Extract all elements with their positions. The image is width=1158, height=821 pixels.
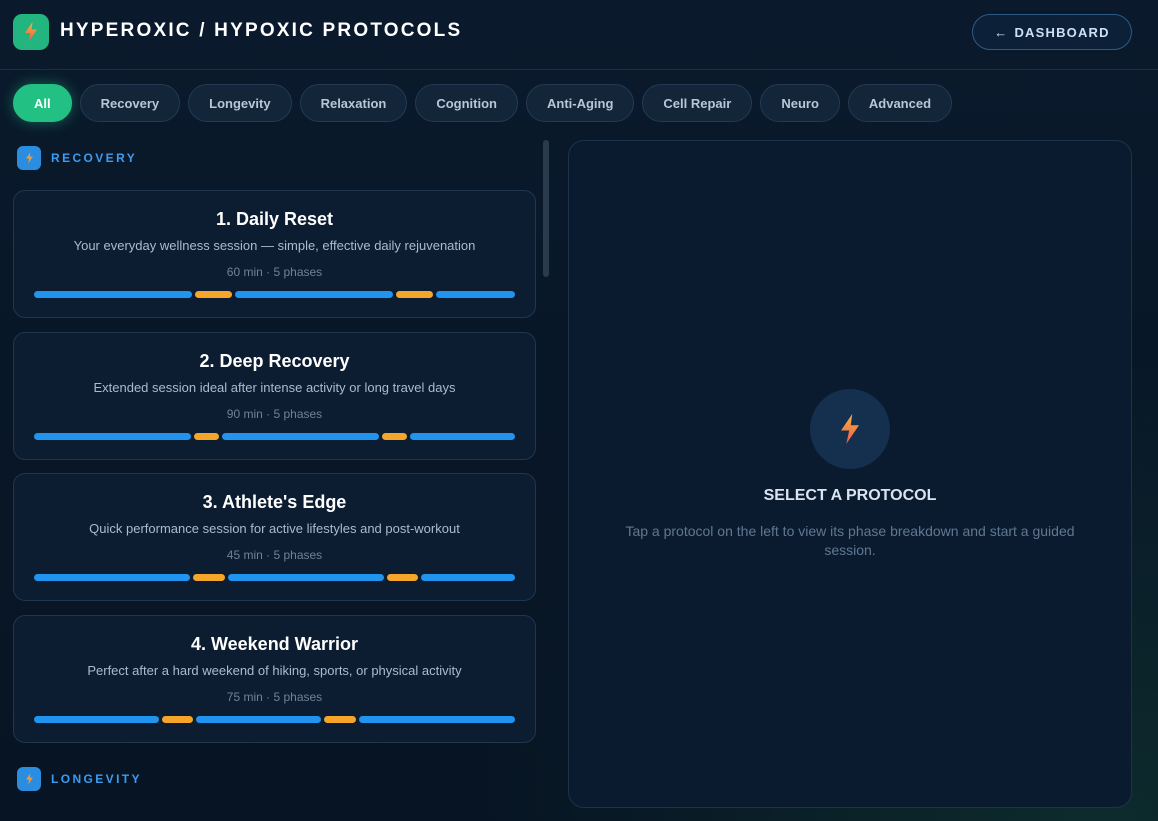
phase-segment-blue [34,716,160,723]
section-header-recovery: RECOVERY [17,146,137,170]
phase-segment-orange [324,716,356,723]
protocol-title: 2. Deep Recovery [199,351,350,371]
phase-bar [34,574,515,581]
filter-chip-relaxation[interactable]: Relaxation [299,84,408,122]
phase-segment-blue [435,291,515,298]
protocol-meta: 90 min · 5 phases [226,407,323,421]
category-filters: All Recovery Longevity Relaxation Cognit… [13,84,953,122]
protocol-list[interactable]: RECOVERY 1. Daily Reset Your everyday we… [13,140,536,821]
protocol-card[interactable]: 3. Athlete's Edge Quick performance sess… [13,473,536,601]
filter-chip-cognition[interactable]: Cognition [415,84,518,122]
phase-segment-orange [162,716,194,723]
phase-bar [34,291,515,298]
section-label: RECOVERY [51,151,138,165]
protocol-title: 3. Athlete's Edge [202,492,347,512]
protocol-meta: 75 min · 5 phases [226,690,323,704]
phase-segment-blue [196,716,322,723]
filter-chip-anti-aging[interactable]: Anti-Aging [525,84,635,122]
section-header-longevity: LONGEVITY [17,767,142,791]
protocol-description: Your everyday wellness session — simple,… [73,238,476,253]
filter-chip-all[interactable]: All [13,84,72,122]
filter-chip-cell-repair[interactable]: Cell Repair [642,84,753,122]
lightning-icon [17,767,41,791]
phase-segment-blue [410,433,515,440]
protocol-description: Quick performance session for active lif… [89,521,460,536]
protocol-description: Perfect after a hard weekend of hiking, … [87,663,462,678]
phase-segment-blue [358,716,515,723]
phase-segment-blue [234,291,394,298]
phase-segment-blue [34,291,193,298]
lightning-icon [25,22,37,42]
protocol-card[interactable]: 2. Deep Recovery Extended session ideal … [13,332,536,460]
section-label: LONGEVITY [51,772,142,786]
empty-state-title: SELECT A PROTOCOL [763,487,937,504]
dashboard-button-label: DASHBOARD [1014,24,1110,40]
protocol-description: Extended session ideal after intense act… [93,380,456,395]
phase-segment-blue [34,433,192,440]
phase-segment-blue [34,574,191,581]
app-header: HYPEROXIC / HYPOXIC PROTOCOLS ← DASHBOAR… [0,0,1158,70]
phase-segment-orange [195,291,232,298]
protocol-detail-panel: SELECT A PROTOCOL Tap a protocol on the … [568,140,1132,808]
phase-bar [34,433,515,440]
phase-segment-blue [421,574,515,581]
phase-segment-orange [382,433,408,440]
phase-bar [34,716,515,723]
list-scrollbar[interactable] [543,140,549,277]
arrow-left-icon: ← [994,24,1009,40]
protocol-meta: 45 min · 5 phases [226,548,323,562]
phase-segment-orange [386,574,419,581]
phase-segment-orange [194,433,220,440]
protocol-card[interactable]: 4. Weekend Warrior Perfect after a hard … [13,615,536,743]
phase-segment-blue [227,574,384,581]
filter-chip-recovery[interactable]: Recovery [79,84,181,122]
empty-state-text: Tap a protocol on the left to view its p… [625,523,1075,558]
protocol-title: 4. Weekend Warrior [190,634,359,654]
filter-chip-neuro[interactable]: Neuro [760,84,840,122]
protocol-card[interactable]: 1. Daily Reset Your everyday wellness se… [13,190,536,318]
protocol-meta: 60 min · 5 phases [226,265,323,279]
page-title: HYPEROXIC / HYPOXIC PROTOCOLS [60,20,463,41]
dashboard-button[interactable]: ← DASHBOARD [972,14,1132,50]
filter-chip-longevity[interactable]: Longevity [188,84,292,122]
phase-segment-orange [396,291,433,298]
app-logo [13,14,49,50]
phase-segment-orange [193,574,225,581]
lightning-icon [810,389,890,469]
filter-chip-advanced[interactable]: Advanced [847,84,953,122]
protocol-title: 1. Daily Reset [215,209,334,229]
lightning-icon [17,146,41,170]
phase-segment-blue [222,433,380,440]
